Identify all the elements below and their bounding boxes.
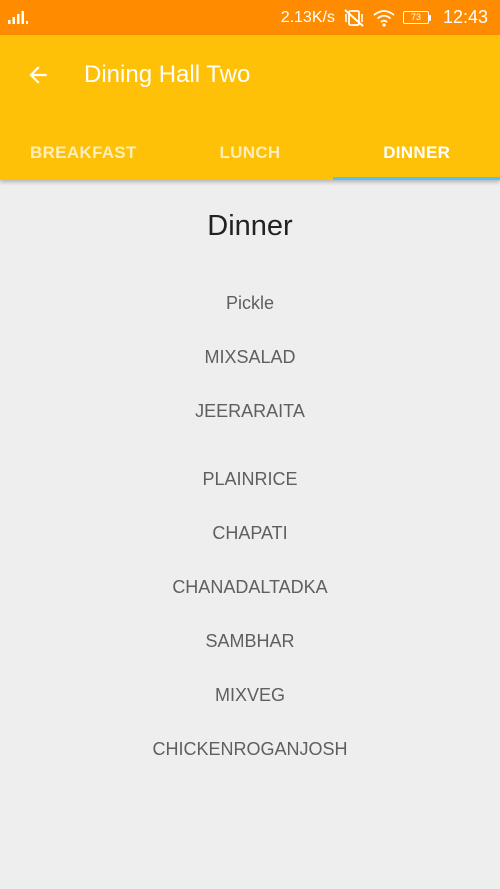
meal-tabs: BREAKFAST LUNCH DINNER: [0, 125, 500, 180]
menu-item: Pickle: [225, 293, 274, 313]
tab-label: LUNCH: [219, 142, 281, 162]
menu-item: CHANADALTADKA: [172, 577, 328, 597]
battery-icon: 73: [402, 11, 431, 24]
menu-item: CHAPATI: [212, 523, 288, 543]
tab-indicator: [333, 177, 500, 180]
tab-dinner[interactable]: DINNER: [333, 125, 500, 180]
page-title: Dining Hall Two: [84, 61, 251, 88]
menu-item: JEERARAITA: [195, 401, 305, 421]
back-button[interactable]: [18, 55, 58, 95]
tab-label: BREAKFAST: [30, 142, 137, 162]
menu-item: PLAINRICE: [202, 469, 298, 489]
wifi-icon: [373, 9, 395, 27]
tab-breakfast[interactable]: BREAKFAST: [0, 125, 167, 180]
menu-item: MIXSALAD: [204, 347, 296, 367]
clock: 12:43: [442, 7, 488, 27]
menu-item: SAMBHAR: [205, 631, 295, 651]
network-speed: 2.13K/s: [280, 8, 335, 26]
status-bar: 2.13K/s 73 12:43: [0, 0, 500, 35]
menu-item: CHICKENROGANJOSH: [152, 739, 348, 759]
menu-item: MIXVEG: [214, 685, 285, 705]
signal-bars-icon: [8, 11, 28, 24]
vibrate-mute-icon: [343, 8, 365, 28]
arrow-back-icon: [29, 66, 47, 84]
app-bar: Dining Hall Two BREAKFAST LUNCH DINNER: [0, 35, 500, 180]
battery-level: 73: [402, 11, 429, 24]
section-title: Dinner: [207, 210, 293, 242]
tab-label: DINNER: [383, 142, 451, 162]
tab-lunch[interactable]: LUNCH: [167, 125, 334, 180]
